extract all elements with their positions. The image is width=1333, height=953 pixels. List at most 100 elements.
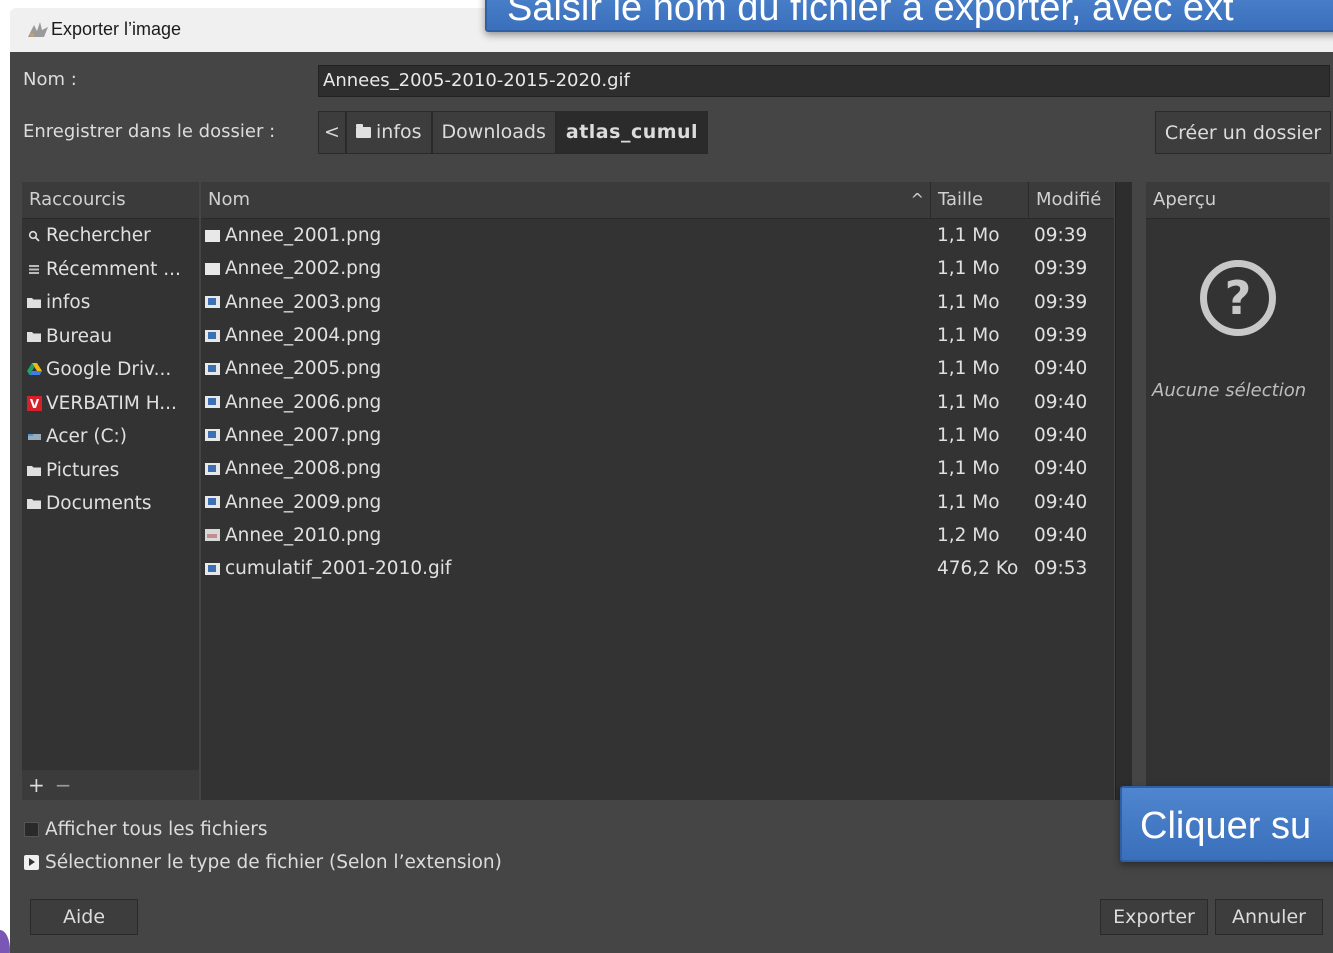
breadcrumb-back-button[interactable]: <	[318, 111, 346, 154]
file-modified: 09:53	[1034, 558, 1088, 580]
file-row[interactable]: Annee_2010.png 1,2 Mo 09:40	[201, 519, 1114, 552]
places-sidebar: Raccourcis Rechercher Récemment ... infos B…	[22, 182, 199, 800]
file-name-cell: cumulatif_2001-2010.gif	[201, 558, 930, 579]
name-label: Nom :	[23, 69, 77, 90]
file-size: 1,1 Mo	[937, 458, 1000, 480]
sidebar-item-infos[interactable]: infos	[22, 286, 199, 320]
preview-header: Aperçu	[1146, 182, 1330, 219]
image-file-icon	[205, 229, 220, 242]
column-size-header[interactable]: Taille	[930, 182, 1028, 218]
folder-icon	[25, 495, 43, 513]
breadcrumb-item-atlas-cumul[interactable]: atlas_cumul	[555, 111, 709, 154]
file-name-cell: Annee_2007.png	[201, 425, 930, 446]
file-name-cell: Annee_2006.png	[201, 392, 930, 413]
instruction-callout-export: Cliquer su	[1120, 786, 1333, 862]
file-modified: 09:40	[1034, 424, 1088, 446]
sidebar-item-label: infos	[46, 292, 91, 314]
breadcrumb-item-infos[interactable]: infos	[346, 111, 432, 154]
file-size: 1,1 Mo	[937, 325, 1000, 347]
sidebar-item-google-driv[interactable]: Google Driv...	[22, 353, 199, 387]
file-row[interactable]: Annee_2004.png 1,1 Mo 09:39	[201, 319, 1114, 352]
sidebar-item-rechercher[interactable]: Rechercher	[22, 219, 199, 253]
file-name: Annee_2003.png	[225, 291, 382, 313]
image-file-icon	[205, 396, 220, 409]
sidebar-item-label: Acer (C:)	[46, 426, 127, 448]
sidebar-item-bureau[interactable]: Bureau	[22, 320, 199, 354]
file-modified: 09:40	[1034, 458, 1088, 480]
file-name-cell: Annee_2005.png	[201, 358, 930, 379]
file-name: Annee_2010.png	[225, 524, 382, 546]
file-name: Annee_2009.png	[225, 491, 382, 513]
file-row[interactable]: Annee_2003.png 1,1 Mo 09:39	[201, 286, 1114, 319]
chevron-left-icon: <	[324, 121, 340, 143]
decorative-marker	[0, 930, 10, 953]
file-size: 1,1 Mo	[937, 225, 1000, 247]
file-row[interactable]: Annee_2008.png 1,1 Mo 09:40	[201, 452, 1114, 485]
column-modified-header[interactable]: Modifié	[1028, 182, 1114, 218]
folder-icon	[25, 327, 43, 345]
file-row[interactable]: Annee_2007.png 1,1 Mo 09:40	[201, 419, 1114, 452]
file-list-scrollbar[interactable]	[1115, 182, 1132, 800]
gimp-wilber-icon	[28, 22, 48, 37]
image-file-icon	[205, 529, 220, 542]
file-row[interactable]: Annee_2002.png 1,1 Mo 09:39	[201, 252, 1114, 285]
breadcrumb-label: atlas_cumul	[565, 121, 699, 143]
preview-panel: Aperçu ? Aucune sélection	[1146, 182, 1330, 800]
image-file-icon	[205, 562, 220, 575]
sidebar-item-verbatim-h[interactable]: V VERBATIM H...	[22, 387, 199, 421]
cancel-button[interactable]: Annuler	[1215, 899, 1323, 935]
sidebar-item-documents[interactable]: Documents	[22, 487, 199, 521]
help-button[interactable]: Aide	[30, 899, 138, 935]
file-list-header: Nom ^ Taille Modifié	[201, 182, 1114, 219]
image-file-icon	[205, 296, 220, 309]
file-size: 1,1 Mo	[937, 424, 1000, 446]
file-name: Annee_2001.png	[225, 225, 382, 247]
file-size: 1,1 Mo	[937, 391, 1000, 413]
file-list: Nom ^ Taille Modifié Annee_2001.png 1,1 M…	[201, 182, 1114, 800]
sidebar-item-acer-c[interactable]: Acer (C:)	[22, 420, 199, 454]
file-modified: 09:39	[1034, 291, 1088, 313]
instruction-callout-filename: Saisir le nom du fichier à exporter, ave…	[485, 0, 1333, 32]
file-name-cell: Annee_2001.png	[201, 225, 930, 246]
question-mark-icon: ?	[1200, 260, 1276, 336]
remove-bookmark-button[interactable]: −	[55, 773, 72, 797]
file-row[interactable]: Annee_2009.png 1,1 Mo 09:40	[201, 485, 1114, 518]
create-folder-button[interactable]: Créer un dossier	[1155, 111, 1331, 154]
column-name-label: Nom	[208, 189, 251, 210]
file-name: Annee_2007.png	[225, 424, 382, 446]
file-type-expander[interactable]: Sélectionner le type de fichier (Selon l…	[24, 852, 502, 873]
image-file-icon	[205, 262, 220, 275]
sidebar-item-pictures[interactable]: Pictures	[22, 454, 199, 488]
file-size: 1,1 Mo	[937, 358, 1000, 380]
file-modified: 09:40	[1034, 391, 1088, 413]
file-modified: 09:40	[1034, 524, 1088, 546]
file-name: Annee_2004.png	[225, 325, 382, 347]
file-row[interactable]: Annee_2006.png 1,1 Mo 09:40	[201, 385, 1114, 418]
svg-text:V: V	[29, 397, 39, 411]
breadcrumb-item-downloads[interactable]: Downloads	[431, 111, 556, 154]
file-name: Annee_2005.png	[225, 358, 382, 380]
filename-input[interactable]: Annees_2005-2010-2015-2020.gif	[318, 65, 1330, 97]
show-all-files-checkbox[interactable]: Afficher tous les fichiers	[24, 819, 267, 840]
file-row[interactable]: cumulatif_2001-2010.gif 476,2 Ko 09:53	[201, 552, 1114, 585]
image-file-icon	[205, 496, 220, 509]
file-size: 476,2 Ko	[937, 558, 1019, 580]
show-all-files-label: Afficher tous les fichiers	[45, 819, 268, 840]
file-name: cumulatif_2001-2010.gif	[225, 558, 452, 580]
file-modified: 09:40	[1034, 491, 1088, 513]
places-header: Raccourcis	[22, 182, 199, 219]
file-modified: 09:39	[1034, 225, 1088, 247]
folder-icon	[25, 461, 43, 479]
file-name: Annee_2002.png	[225, 258, 382, 280]
file-name-cell: Annee_2004.png	[201, 325, 930, 346]
file-modified: 09:40	[1034, 358, 1088, 380]
file-name: Annee_2006.png	[225, 391, 382, 413]
column-name-header[interactable]: Nom ^	[201, 182, 930, 218]
breadcrumb-label: infos	[376, 121, 422, 143]
export-button[interactable]: Exporter	[1100, 899, 1208, 935]
sidebar-item-r-cemment[interactable]: Récemment ...	[22, 253, 199, 287]
add-bookmark-button[interactable]: +	[28, 773, 45, 797]
file-row[interactable]: Annee_2001.png 1,1 Mo 09:39	[201, 219, 1114, 252]
image-file-icon	[205, 429, 220, 442]
file-row[interactable]: Annee_2005.png 1,1 Mo 09:40	[201, 352, 1114, 385]
